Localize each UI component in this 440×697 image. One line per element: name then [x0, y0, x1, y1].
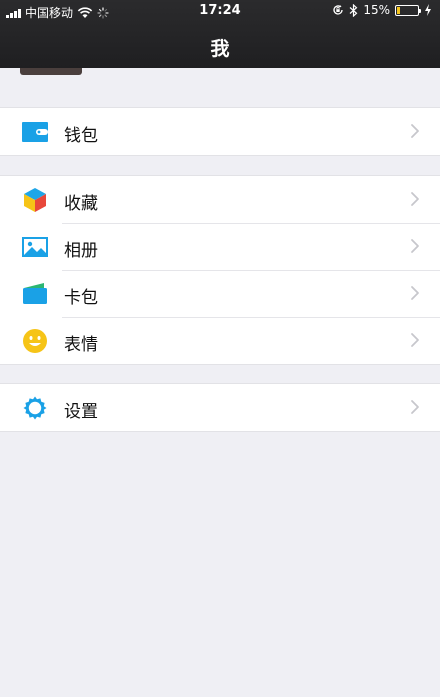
menu-item-label: 设置 — [64, 402, 98, 422]
chevron-right-icon — [411, 333, 419, 347]
settings-group: 设置 — [0, 383, 440, 432]
charging-bolt-icon — [425, 4, 431, 16]
gear-icon — [22, 395, 48, 421]
card-icon — [22, 281, 48, 307]
bluetooth-icon — [349, 3, 358, 17]
avatar[interactable] — [20, 68, 82, 75]
menu-item-label: 卡包 — [64, 288, 98, 308]
cube-icon — [22, 187, 48, 213]
menu-item-label: 表情 — [64, 335, 98, 355]
menu-item-favorites[interactable]: 收藏 — [0, 176, 440, 223]
wallet-group: 钱包 — [0, 107, 440, 156]
battery-level — [397, 6, 400, 14]
chevron-right-icon — [411, 192, 419, 206]
chevron-right-icon — [411, 124, 419, 138]
page-title: 我 — [210, 38, 230, 60]
status-bar: 中国移动 17:24 15% — [0, 0, 440, 22]
chevron-right-icon — [411, 239, 419, 253]
menu-item-label: 钱包 — [64, 126, 98, 146]
photo-icon — [22, 234, 48, 260]
navigation-header: 中国移动 17:24 15% 我 — [0, 0, 440, 68]
menu-item-settings[interactable]: 设置 — [0, 384, 440, 431]
orientation-lock-icon — [333, 5, 343, 15]
menu-item-stickers[interactable]: 表情 — [0, 317, 440, 364]
menu-item-wallet[interactable]: 钱包 — [0, 108, 440, 155]
menu-item-label: 相册 — [64, 241, 98, 261]
menu-item-album[interactable]: 相册 — [0, 223, 440, 270]
battery-percentage: 15% — [363, 3, 390, 17]
wallet-icon — [22, 119, 48, 145]
chevron-right-icon — [411, 400, 419, 414]
battery-icon — [395, 4, 421, 16]
content-group: 收藏 相册 卡包 表情 — [0, 175, 440, 365]
menu-item-cards[interactable]: 卡包 — [0, 270, 440, 317]
menu-item-label: 收藏 — [64, 194, 98, 214]
chevron-right-icon — [411, 286, 419, 300]
smiley-icon — [22, 328, 48, 354]
